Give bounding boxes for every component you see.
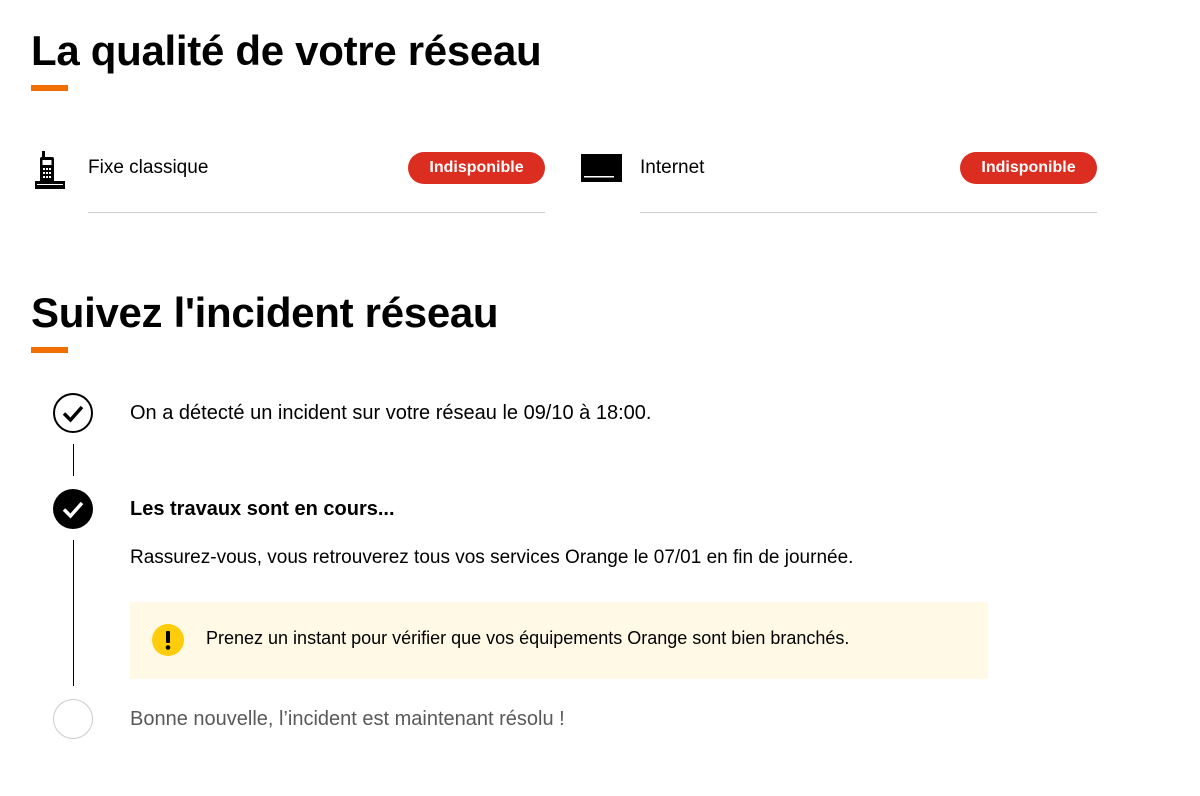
service-internet: Internet Indisponible bbox=[560, 140, 1120, 220]
service-divider bbox=[640, 212, 1097, 213]
service-label: Fixe classique bbox=[88, 157, 209, 178]
step-in-progress-title: Les travaux sont en cours... bbox=[130, 498, 395, 520]
step-in-progress-text: Rassurez-vous, vous retrouverez tous vos… bbox=[130, 547, 854, 568]
title-accent-bar bbox=[31, 347, 68, 353]
livebox-router-icon bbox=[581, 154, 622, 182]
empty-circle-icon bbox=[53, 699, 93, 739]
service-fixe-classique: Fixe classique Indisponible bbox=[0, 140, 560, 220]
timeline-connector bbox=[73, 444, 74, 476]
timeline-connector bbox=[73, 540, 74, 686]
warning-exclamation-icon bbox=[152, 624, 184, 656]
landline-phone-icon bbox=[35, 151, 65, 189]
step-detected-text: On a détecté un incident sur votre résea… bbox=[130, 402, 652, 424]
check-circle-filled-icon bbox=[53, 489, 93, 529]
check-circle-outline-icon bbox=[53, 393, 93, 433]
step-resolved-text: Bonne nouvelle, l’incident est maintenan… bbox=[130, 708, 565, 730]
status-badge: Indisponible bbox=[408, 152, 545, 184]
incident-title: Suivez l'incident réseau bbox=[31, 289, 499, 336]
service-divider bbox=[88, 212, 545, 213]
service-label: Internet bbox=[640, 157, 705, 178]
network-quality-title: La qualité de votre réseau bbox=[31, 27, 542, 74]
status-badge: Indisponible bbox=[960, 152, 1097, 184]
notice-text: Prenez un instant pour vérifier que vos … bbox=[206, 628, 850, 648]
title-accent-bar bbox=[31, 85, 68, 91]
notice-box: Prenez un instant pour vérifier que vos … bbox=[130, 602, 988, 679]
